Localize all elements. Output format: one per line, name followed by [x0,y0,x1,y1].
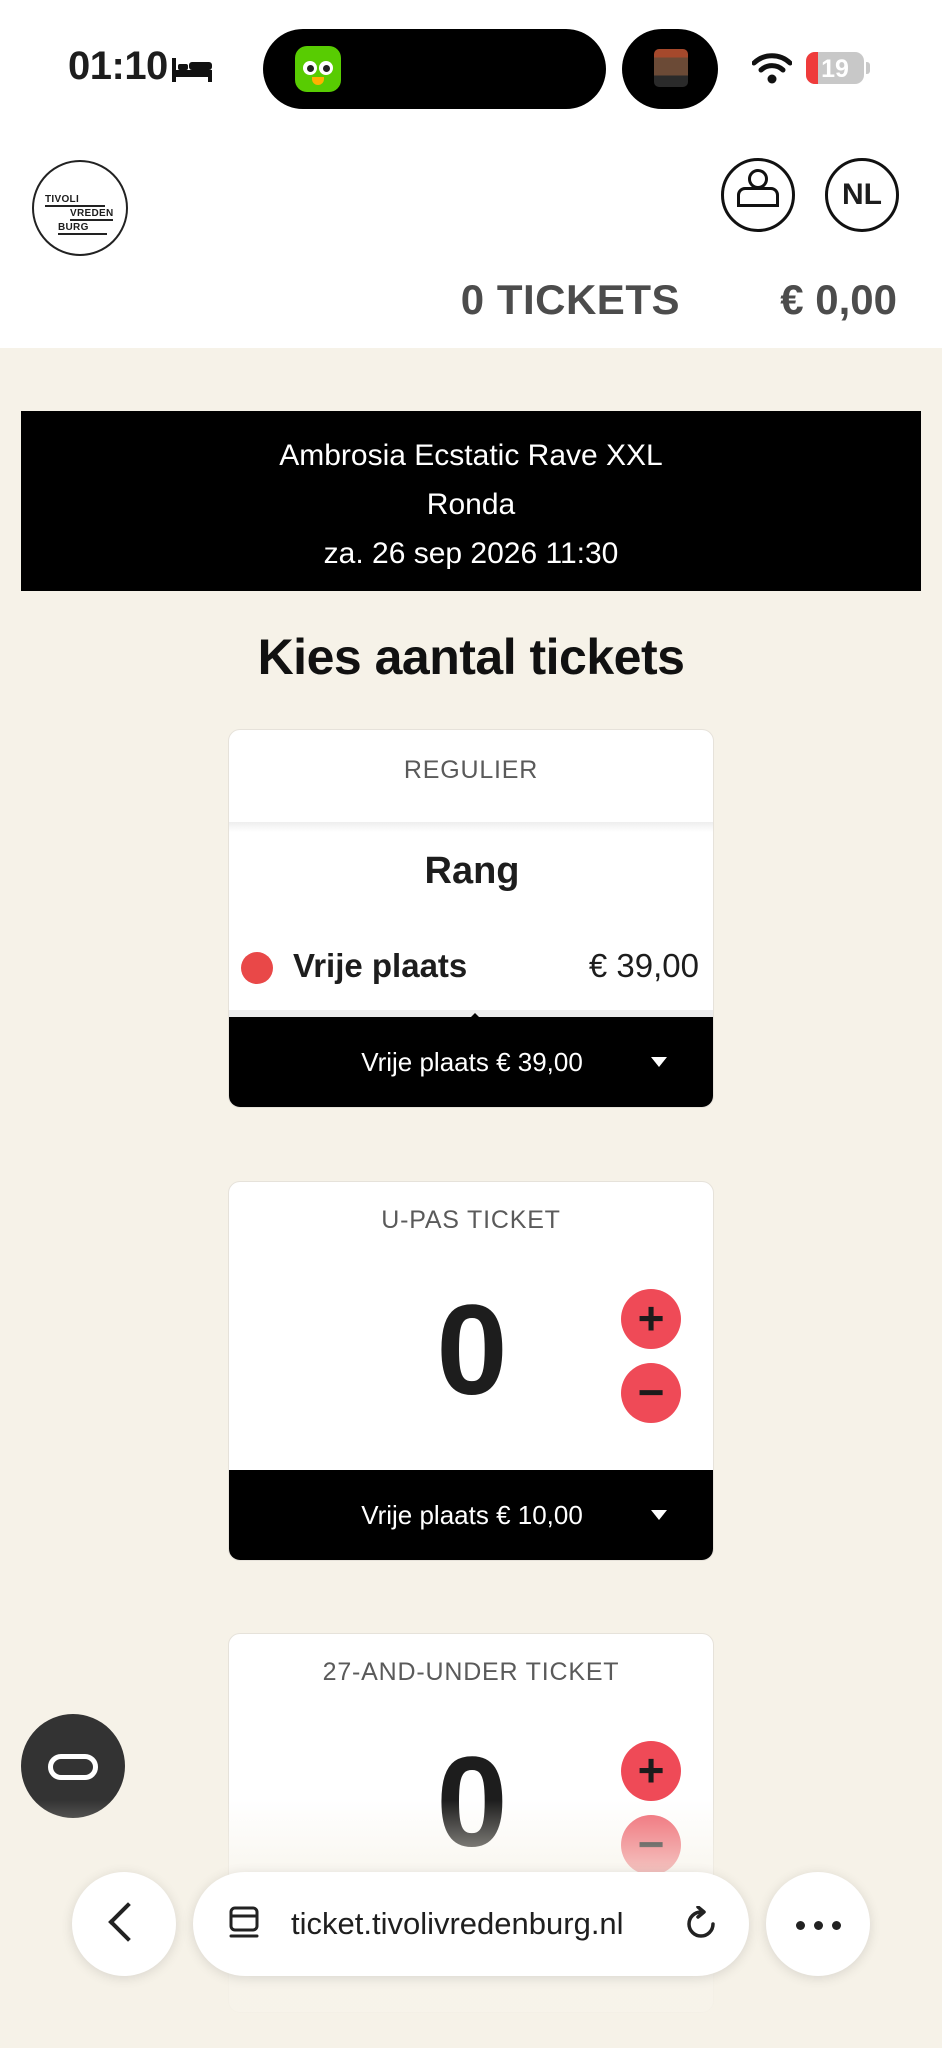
ticket-card-regulier: REGULIER Rang Vrije plaats € 39,00 Vrije… [228,729,714,1108]
ticket-type-label: 27-AND-UNDER TICKET [322,1658,620,1686]
back-button[interactable] [72,1872,176,1976]
caret-down-icon [651,1057,667,1067]
decrease-quantity-button[interactable]: − [621,1363,681,1423]
ticket-card-upas: U-PAS TICKET 0 + − Vrije plaats € 10,00 [228,1181,714,1561]
seat-select-value: Vrije plaats € 10,00 [361,1500,583,1530]
battery-tip [866,62,870,74]
status-time: 01:10 [68,44,168,88]
ticket-type-label: REGULIER [403,756,539,784]
increase-quantity-button[interactable]: + [621,1741,681,1801]
wifi-icon [752,53,792,84]
site-settings-icon [229,1906,259,1938]
media-thumbnail-icon [654,49,688,87]
pill-icon [48,1754,98,1780]
dynamic-island[interactable] [263,29,606,109]
seat-option-name[interactable]: Vrije plaats [293,947,467,985]
event-banner: Ambrosia Ecstatic Rave XXL Ronda za. 26 … [21,411,921,591]
cart-total[interactable]: € 0,00 [780,276,897,324]
status-bar: 01:10 19 [0,0,942,140]
ticket-type-label: U-PAS TICKET [381,1206,561,1234]
event-section: Ronda [426,488,516,521]
tivoli-vredenburg-logo[interactable]: TIVOLI VREDEN BURG [32,160,128,256]
account-button[interactable] [721,158,795,232]
increase-quantity-button[interactable]: + [621,1289,681,1349]
reload-icon[interactable] [683,1906,719,1942]
seat-category-title: Rang [424,850,520,892]
user-icon [748,169,768,189]
event-name: Ambrosia Ecstatic Rave XXL [279,439,663,472]
seat-select-dropdown[interactable]: Vrije plaats € 39,00 [229,1017,713,1107]
cart-ticket-count[interactable]: 0 TICKETS [461,276,680,324]
seat-select-dropdown[interactable]: Vrije plaats € 10,00 [229,1470,713,1560]
url-text: ticket.tivolivredenburg.nl [291,1906,624,1941]
caret-down-icon [651,1510,667,1520]
chevron-left-icon [108,1902,148,1942]
seat-color-indicator [241,952,273,984]
bed-icon [172,58,212,82]
seat-select-value: Vrije plaats € 39,00 [361,1047,583,1077]
language-button[interactable]: NL [825,158,899,232]
media-activity[interactable] [622,29,718,109]
duolingo-icon [295,46,341,92]
battery-icon: 19 [806,52,864,84]
page-title: Kies aantal tickets [257,629,685,685]
event-datetime: za. 26 sep 2026 11:30 [323,537,619,570]
seat-option-price[interactable]: € 39,00 [589,947,699,985]
more-options-button[interactable] [766,1872,870,1976]
battery-level: 19 [821,55,849,83]
address-bar[interactable]: ticket.tivolivredenburg.nl [193,1872,749,1976]
site-header: TIVOLI VREDEN BURG NL 0 TICKETS € 0,00 [0,140,942,348]
